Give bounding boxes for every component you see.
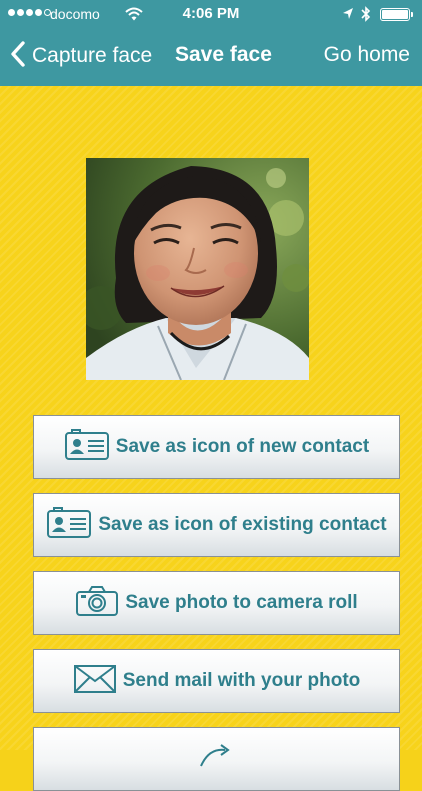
save-to-camera-roll-button[interactable]: Save photo to camera roll (33, 571, 400, 635)
envelope-icon (73, 664, 117, 699)
camera-icon (75, 585, 119, 622)
bluetooth-icon (361, 5, 371, 26)
save-to-camera-roll-label: Save photo to camera roll (125, 592, 358, 613)
go-home-button[interactable]: Go home (324, 43, 410, 67)
page-title: Save face (175, 43, 272, 66)
send-mail-button[interactable]: Send mail with your photo (33, 649, 400, 713)
save-new-contact-icon-button[interactable]: Save as icon of new contact (33, 415, 400, 479)
battery-tip (411, 12, 413, 17)
chevron-left-icon (10, 40, 26, 73)
next-action-button[interactable] (33, 727, 400, 791)
navigation-bar: Capture face Save face Go home (0, 30, 422, 86)
share-icon (195, 742, 239, 777)
save-existing-contact-label: Save as icon of existing contact (98, 514, 387, 535)
back-button-label: Capture face (32, 44, 153, 67)
back-button[interactable]: Capture face (10, 40, 152, 72)
save-existing-contact-icon-button[interactable]: Save as icon of existing contact (33, 493, 400, 557)
send-mail-label: Send mail with your photo (122, 670, 361, 691)
main-content: Save as icon of new contact Save as icon… (0, 86, 422, 791)
save-new-contact-label: Save as icon of new contact (115, 436, 370, 457)
face-photo (86, 158, 309, 380)
top-bar: docomo 4:06 PM Capture face Save face Go… (0, 0, 422, 86)
location-icon (342, 7, 354, 24)
battery-icon (380, 8, 410, 21)
status-time: 4:06 PM (182, 5, 240, 22)
status-bar: docomo 4:06 PM (0, 0, 422, 30)
contact-card-icon (64, 428, 110, 466)
contact-card-icon (46, 506, 92, 544)
